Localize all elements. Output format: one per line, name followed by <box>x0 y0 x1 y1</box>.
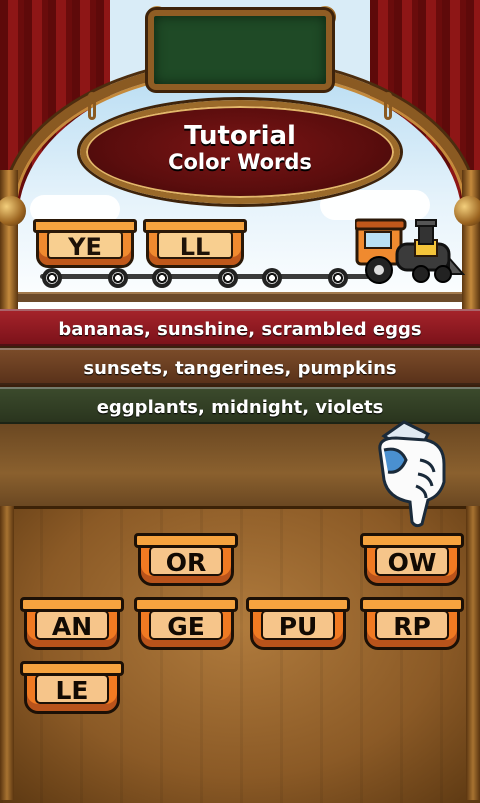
tile-letters: OW <box>375 546 449 577</box>
clue-row-purple: eggplants, midnight, violets <box>0 387 480 424</box>
train-track <box>18 292 462 302</box>
clue-row-red: bananas, sunshine, scrambled eggs <box>0 309 480 346</box>
letter-tile[interactable]: RP <box>360 597 464 650</box>
train-car-letters: YE <box>47 231 123 261</box>
wheel <box>108 268 128 288</box>
train-car[interactable]: YE <box>33 219 137 268</box>
letter-tile[interactable]: OW <box>360 533 464 586</box>
chain <box>88 92 96 120</box>
chalkboard-sign <box>148 10 332 90</box>
wheel <box>328 268 348 288</box>
letter-tile[interactable]: AN <box>20 597 124 650</box>
page-subtitle: Color Words <box>168 150 312 174</box>
tray-edge <box>466 506 480 800</box>
locomotive-icon <box>355 218 465 284</box>
left-post <box>0 170 18 310</box>
wheel <box>262 268 282 288</box>
letter-tile[interactable]: LE <box>20 661 124 714</box>
train-car-letters: LL <box>157 231 233 261</box>
title-plaque: Tutorial Color Words <box>80 100 400 204</box>
wheel <box>42 268 62 288</box>
tile-letters: GE <box>149 610 223 641</box>
letter-tile[interactable]: GE <box>134 597 238 650</box>
tile-letters: AN <box>35 610 109 641</box>
wheel <box>218 268 238 288</box>
tile-letters: OR <box>149 546 223 577</box>
wheel <box>152 268 172 288</box>
tile-letters: LE <box>35 674 109 705</box>
letter-tile[interactable]: PU <box>246 597 350 650</box>
coupling-rod <box>40 274 370 279</box>
page-title: Tutorial <box>184 121 296 151</box>
chain <box>384 92 392 120</box>
pointing-hand-icon <box>378 420 446 528</box>
tile-letters: PU <box>261 610 335 641</box>
letter-tile[interactable]: OR <box>134 533 238 586</box>
tray-edge <box>0 506 14 800</box>
clue-row-orange: sunsets, tangerines, pumpkins <box>0 348 480 385</box>
train-car[interactable]: LL <box>143 219 247 268</box>
tile-letters: RP <box>375 610 449 641</box>
